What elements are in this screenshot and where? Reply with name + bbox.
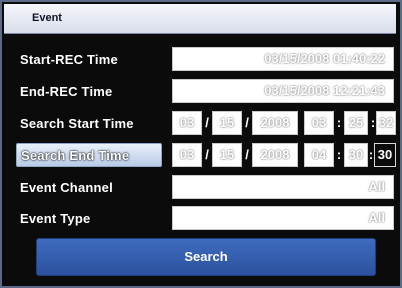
search-start-year-field[interactable]: 2008 bbox=[252, 111, 298, 135]
search-start-day-field[interactable]: 15 bbox=[212, 111, 242, 135]
dialog-titlebar: Event bbox=[4, 4, 396, 34]
search-start-month-field[interactable]: 03 bbox=[172, 111, 202, 135]
search-start-date-separator-2: / bbox=[245, 115, 249, 130]
event-type-select[interactable]: All bbox=[172, 206, 394, 230]
search-end-day-field[interactable]: 15 bbox=[212, 143, 242, 167]
search-end-hour-field[interactable]: 04 bbox=[304, 143, 334, 167]
search-start-time-separator: : bbox=[336, 115, 342, 130]
search-start-hour-field[interactable]: 03 bbox=[304, 111, 334, 135]
search-end-time-separator: : bbox=[336, 147, 342, 162]
search-start-second-field[interactable]: 32 bbox=[376, 111, 396, 135]
search-end-month-field[interactable]: 03 bbox=[172, 143, 202, 167]
search-end-time-label: Search End Time bbox=[16, 143, 162, 167]
end-rec-time-label: End-REC Time bbox=[20, 84, 113, 99]
event-channel-select[interactable]: All bbox=[172, 175, 394, 199]
search-end-second-field[interactable]: 30 bbox=[374, 143, 396, 167]
end-rec-time-value: 03/15/2008 12:21:43 bbox=[172, 79, 394, 103]
search-start-date-separator: / bbox=[205, 115, 209, 130]
search-end-date-separator-2: / bbox=[245, 147, 249, 162]
start-rec-time-label: Start-REC Time bbox=[20, 52, 118, 67]
search-button[interactable]: Search bbox=[36, 238, 376, 276]
search-end-year-field[interactable]: 2008 bbox=[252, 143, 298, 167]
search-end-minute-field[interactable]: 30 bbox=[344, 143, 368, 167]
search-end-date-separator: / bbox=[205, 147, 209, 162]
search-start-minute-field[interactable]: 25 bbox=[344, 111, 368, 135]
event-type-label: Event Type bbox=[20, 211, 91, 226]
dialog-title: Event bbox=[32, 12, 62, 24]
search-start-time-label: Search Start Time bbox=[20, 116, 134, 131]
start-rec-time-value: 03/15/2008 01:40:22 bbox=[172, 47, 394, 71]
event-channel-label: Event Channel bbox=[20, 180, 113, 195]
